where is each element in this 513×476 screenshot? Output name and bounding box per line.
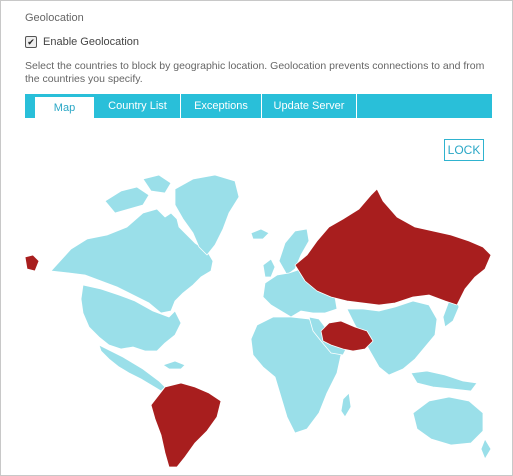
- tab-bar: Map Country List Exceptions Update Serve…: [25, 94, 492, 118]
- country-southeast-asia-islands[interactable]: [410, 370, 478, 392]
- country-russia[interactable]: [294, 188, 491, 306]
- country-caribbean[interactable]: [162, 360, 186, 370]
- country-australia[interactable]: [412, 396, 484, 446]
- tab-exceptions[interactable]: Exceptions: [181, 94, 262, 118]
- lock-button[interactable]: LOCK: [444, 139, 484, 161]
- enable-geolocation-checkbox[interactable]: ✔: [25, 36, 37, 48]
- tab-update-server[interactable]: Update Server: [262, 94, 357, 118]
- tab-map[interactable]: Map: [34, 94, 95, 118]
- geolocation-panel: Geolocation ✔ Enable Geolocation Select …: [0, 0, 513, 476]
- description-text: Select the countries to block by geograp…: [25, 60, 485, 85]
- country-madagascar[interactable]: [340, 392, 352, 418]
- country-arctic-islands-2[interactable]: [142, 174, 172, 194]
- country-arctic-islands[interactable]: [104, 186, 150, 214]
- country-uk-ireland[interactable]: [262, 258, 276, 278]
- section-title: Geolocation: [25, 12, 84, 24]
- country-alaska-tip[interactable]: [25, 254, 40, 272]
- country-iceland[interactable]: [250, 228, 270, 240]
- tab-country-list[interactable]: Country List: [95, 94, 181, 118]
- country-south-america[interactable]: [150, 382, 222, 468]
- country-new-zealand[interactable]: [480, 438, 491, 460]
- enable-geolocation-label[interactable]: Enable Geolocation: [43, 36, 139, 48]
- enable-geolocation-row[interactable]: ✔ Enable Geolocation: [25, 36, 139, 48]
- world-map[interactable]: [25, 161, 491, 471]
- country-mexico-central-america[interactable]: [98, 344, 166, 392]
